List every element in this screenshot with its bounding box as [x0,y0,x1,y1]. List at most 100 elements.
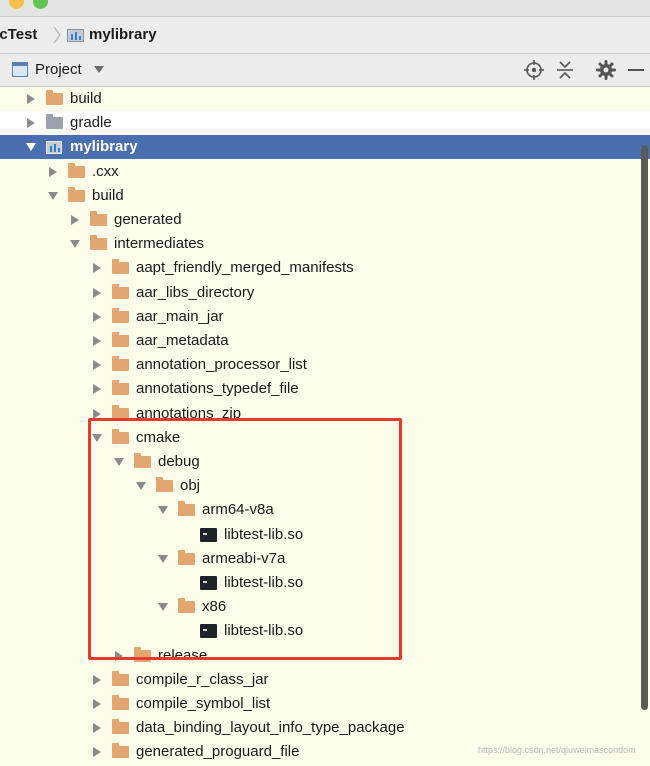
expand-arrow-right-icon[interactable] [90,668,104,692]
tree-item-folder[interactable]: aar_libs_directory [0,281,650,305]
expand-arrow-right-icon[interactable] [24,111,38,135]
tree-item-label: aar_metadata [136,332,229,349]
tree-item-folder[interactable]: gradle [0,111,650,136]
expand-arrow-down-icon[interactable] [46,184,60,208]
tree-item-folder[interactable]: cmake [0,426,650,450]
expand-arrow-right-icon[interactable] [90,256,104,280]
expand-arrow-down-icon[interactable] [24,135,38,159]
folder-icon [68,162,85,178]
folder-icon [156,477,173,493]
tree-item-folder[interactable]: compile_r_class_jar [0,668,650,692]
tree-item-label: compile_symbol_list [136,695,271,712]
tree-item-label: aar_libs_directory [136,283,255,301]
tree-item-label: aar_main_jar [136,307,224,325]
tree-item-label: data_binding_layout_info_type_package [136,719,405,737]
zoom-window-button[interactable] [33,0,48,9]
tree-item-folder[interactable]: intermediates [0,232,650,256]
tree-item-folder[interactable]: obj [0,474,650,498]
project-view-label[interactable]: Project [35,54,82,86]
tree-item-label: obj [180,477,201,495]
tree-item-label: generated [114,211,182,228]
tree-item-folder[interactable]: arm64-v8a [0,498,650,522]
expand-arrow-right-icon[interactable] [90,305,104,329]
tree-item-label: build [70,90,102,107]
tree-item-label: compile_r_class_jar [136,670,269,688]
expand-arrow-down-icon[interactable] [156,595,170,619]
folder-icon [112,404,129,420]
expand-arrow-right-icon[interactable] [46,160,60,184]
tree-item-folder[interactable]: x86 [0,595,650,619]
minimize-icon[interactable] [628,69,644,72]
tree-item-folder[interactable]: annotation_processor_list [0,353,650,377]
tree-item-folder[interactable]: .cxx [0,160,650,184]
tree-item-label: gradle [70,114,112,132]
tree-item-folder[interactable]: build [0,87,650,111]
expand-arrow-right-icon[interactable] [90,353,104,377]
expand-arrow-right-icon[interactable] [68,208,82,232]
folder-icon [112,428,129,444]
expand-arrow-right-icon[interactable] [90,329,104,353]
tree-item-folder[interactable]: aapt_friendly_merged_manifests [0,256,650,280]
tree-item-label: build [92,186,124,204]
tree-item-folder[interactable]: armeabi-v7a [0,547,650,571]
folder-icon [112,259,129,275]
collapse-all-icon[interactable] [556,60,574,80]
folder-icon [112,743,129,759]
tree-item-file[interactable]: libtest-lib.so [0,571,650,595]
expand-arrow-right-icon[interactable] [24,87,38,111]
tree-item-folder[interactable]: mylibrary [0,135,650,160]
expand-arrow-down-icon[interactable] [68,232,82,256]
breadcrumb-item-module[interactable]: mylibrary [89,17,157,53]
minimize-window-button[interactable] [9,0,24,9]
project-tree[interactable]: build gradle mylibrary .cxx build generated in… [0,87,650,766]
expand-arrow-down-icon[interactable] [156,498,170,522]
tree-item-folder[interactable]: annotations_typedef_file [0,377,650,401]
expand-arrow-down-icon[interactable] [112,450,126,474]
tree-item-label: annotations_typedef_file [136,380,299,398]
tree-item-folder[interactable]: build [0,184,650,208]
expand-arrow-down-icon[interactable] [156,547,170,571]
locate-icon[interactable] [524,60,544,80]
tree-item-folder[interactable]: aar_main_jar [0,305,650,329]
tree-scrollbar[interactable] [641,145,648,710]
tree-item-file[interactable]: libtest-lib.so [0,619,650,643]
folder-icon [46,90,63,105]
tree-item-label: aapt_friendly_merged_manifests [136,259,354,277]
tree-item-label: arm64-v8a [202,501,274,519]
tree-item-label: release [158,646,208,664]
expand-arrow-down-icon[interactable] [134,474,148,498]
tree-item-folder[interactable]: release [0,644,650,668]
tree-item-folder[interactable]: aar_metadata [0,329,650,353]
chevron-down-icon[interactable] [94,66,104,74]
expand-arrow-right-icon[interactable] [90,692,104,716]
expand-arrow-right-icon[interactable] [112,644,126,668]
expand-arrow-right-icon[interactable] [90,740,104,764]
tree-item-folder[interactable]: compile_symbol_list [0,692,650,716]
tree-item-label: generated_proguard_file [136,743,300,761]
tree-item-file[interactable]: libtest-lib.so [0,523,650,547]
tree-item-folder[interactable]: annotations_zip [0,402,650,426]
module-icon [67,29,84,42]
project-view-icon [12,62,28,77]
expand-arrow-right-icon[interactable] [90,402,104,426]
expand-arrow-right-icon[interactable] [90,281,104,305]
tree-item-folder[interactable]: debug [0,450,650,474]
folder-icon [178,549,195,565]
folder-icon [112,670,129,686]
expand-arrow-down-icon[interactable] [90,426,104,450]
tree-item-folder[interactable]: data_binding_layout_info_type_package [0,716,650,740]
watermark: https://blog.csdn.net/qiuweimascondom [478,745,636,755]
expand-arrow-right-icon[interactable] [90,377,104,401]
expand-arrow-right-icon[interactable] [90,716,104,740]
breadcrumb-item-project[interactable]: ccTest [0,17,37,53]
tree-item-folder[interactable]: generated [0,208,650,232]
breadcrumb: ccTest mylibrary [0,17,650,54]
tree-item-label: x86 [202,598,227,616]
folder-icon [112,332,129,347]
folder-icon [178,501,195,517]
folder-icon [46,114,63,130]
folder-icon [112,307,129,323]
tree-item-label: libtest-lib.so [224,525,304,543]
folder-icon [68,186,85,202]
gear-icon[interactable] [596,60,616,80]
